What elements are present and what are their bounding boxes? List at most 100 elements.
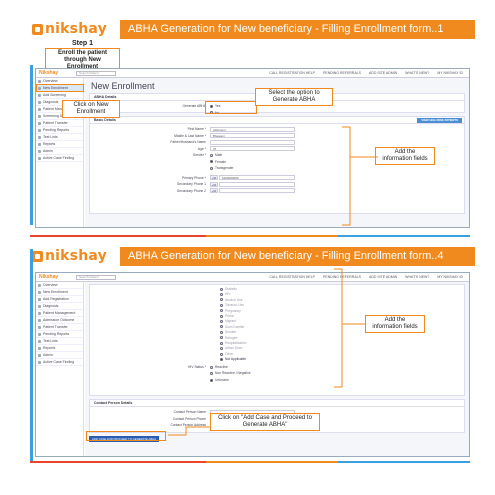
checkbox-icon (220, 303, 223, 307)
checkbox-icon (220, 314, 223, 318)
accent-bar (30, 65, 33, 225)
accent-bar (30, 249, 33, 461)
arrow-connector (168, 426, 210, 436)
nikshay-logo: nikshay (32, 20, 107, 38)
sidebar-item[interactable]: Diagnosis (36, 303, 83, 310)
slide-1: nikshay ABHA Generation for New benefici… (0, 20, 495, 237)
callout-add-info: Add the information fields (375, 147, 435, 165)
logo-text: nikshay (45, 21, 107, 37)
sidebar-item[interactable]: Patient Transfer (36, 120, 83, 127)
top-link[interactable]: MY NIKSHAY ID (437, 275, 463, 279)
sidebar: Overview New Enrollment Add Registration… (36, 282, 84, 456)
checkbox-icon (220, 287, 223, 291)
slide-title: ABHA Generation for New beneficiary - Fi… (120, 247, 475, 266)
callout-select-option: Select the option to Generate ABHA (255, 88, 333, 106)
sidebar-item[interactable]: Patient Management (36, 310, 83, 317)
abha-option-highlight (205, 101, 257, 114)
top-links: CALL REGISTRATION HELP PENDING REFERRALS… (269, 71, 469, 75)
checkbox-icon (220, 293, 223, 297)
logo-text: nikshay (45, 248, 107, 264)
nikshay-logo-icon (32, 250, 43, 262)
sidebar-item[interactable]: Active Case Finding (36, 359, 83, 366)
top-link[interactable]: ADD SITE ADMIN (369, 71, 397, 75)
age-input[interactable]: 37 (210, 146, 295, 152)
gender-male-radio[interactable]: Male (210, 153, 222, 157)
new-enrollment-highlight (36, 84, 84, 92)
nikshay-logo-icon (32, 23, 43, 35)
nikshay-logo: nikshay (32, 247, 107, 265)
sidebar-item[interactable]: Admin (36, 352, 83, 359)
add-case-highlight (86, 431, 166, 441)
slide-title: ABHA Generation for New beneficiary - Fi… (120, 20, 475, 39)
sidebar-item-overview[interactable]: Overview (36, 282, 83, 289)
app-brand: Nikshay (39, 70, 59, 76)
checkbox-icon (220, 341, 223, 345)
hiv-nonreactive-radio[interactable]: Non Reactive / Negative (210, 371, 251, 375)
sidebar-item[interactable]: Test Lists (36, 338, 83, 345)
top-link[interactable]: CALL REGISTRATION HELP (269, 275, 315, 279)
radio-selected-icon (210, 160, 213, 164)
divider-stripe (30, 235, 470, 237)
checkbox-icon (220, 336, 223, 340)
sidebar-item[interactable]: Pending Reports (36, 127, 83, 134)
sidebar-item[interactable]: Reports (36, 345, 83, 352)
panel-header: Contact Person Details (90, 400, 464, 407)
primary-phone-input[interactable]: 9100000000 (219, 175, 295, 181)
callout-new-enrollment: Click on New Enrollment (62, 100, 120, 118)
checkbox-icon (220, 352, 223, 356)
sidebar-item[interactable]: Add Registration (36, 296, 83, 303)
secondary-phone-1-input[interactable] (219, 181, 295, 187)
sidebar-item[interactable]: Add Screening (36, 92, 83, 99)
radio-icon (210, 372, 213, 376)
top-link[interactable]: CALL REGISTRATION HELP (269, 71, 315, 75)
sidebar-item[interactable]: Test Lists (36, 134, 83, 141)
checkbox-icon (220, 347, 223, 351)
sidebar-item[interactable]: Admission Outcome (36, 317, 83, 324)
sidebar-item[interactable]: Admin (36, 148, 83, 155)
checkbox-icon (220, 309, 223, 313)
callout-add-case: Click on "Add Case and Proceed to Genera… (210, 413, 320, 431)
panel-header: Basic Details VIEW HIGH RISK PATIENTS (90, 117, 464, 124)
top-link[interactable]: MY NIKSHAY ID (437, 71, 463, 75)
hiv-unknown-radio[interactable]: Unknown (210, 378, 229, 382)
father-name-input[interactable] (210, 139, 295, 145)
app-brand: Nikshay (39, 274, 59, 280)
search-input[interactable]: Search Patient (76, 274, 116, 280)
sidebar-item[interactable]: Pending Reports (36, 331, 83, 338)
gender-transgender-radio[interactable]: Transgender (210, 166, 234, 170)
radio-icon (210, 365, 213, 369)
top-navbar: Nikshay Search Patient CALL REGISTRATION… (36, 273, 469, 282)
secondary-phone-2-input[interactable] (219, 188, 295, 194)
gender-female-radio[interactable]: Female (210, 160, 226, 164)
top-link[interactable]: WHAT'S NEW? (405, 275, 429, 279)
checkbox-checked-icon (220, 357, 223, 361)
radio-icon (210, 153, 213, 157)
checkbox-icon (220, 325, 223, 329)
top-navbar: Nikshay Search Patient CALL REGISTRATION… (36, 69, 469, 78)
last-name-input[interactable]: Bhawani (210, 133, 295, 139)
first-name-input[interactable]: Abhimuni (210, 126, 295, 132)
checkbox-icon (220, 320, 223, 324)
top-link[interactable]: WHAT'S NEW? (405, 71, 429, 75)
risk-factors-panel: Diabetic HIV Alcohol Use Tobacco Use Pre… (89, 284, 465, 396)
sidebar-item[interactable]: Reports (36, 141, 83, 148)
top-link[interactable]: PENDING REFERRALS (323, 71, 361, 75)
hiv-reactive-radio[interactable]: Reactive (210, 365, 228, 369)
search-input[interactable]: Search Patient (76, 70, 116, 76)
bracket-connector (334, 268, 366, 388)
top-link[interactable]: ADD SITE ADMIN (369, 275, 397, 279)
top-links: CALL REGISTRATION HELP PENDING REFERRALS… (269, 275, 469, 279)
radio-selected-icon (210, 378, 213, 382)
divider-stripe (30, 461, 470, 463)
bracket-connector (342, 126, 378, 226)
callout-add-info: Add the information fields (365, 315, 425, 333)
radio-icon (210, 166, 213, 170)
sidebar-item[interactable]: Patient Transfer (36, 324, 83, 331)
basic-details-panel: Basic Details VIEW HIGH RISK PATIENTS Fi… (89, 116, 465, 214)
sidebar-item[interactable]: Active Case Finding (36, 155, 83, 162)
step-number: Step 1 (71, 40, 93, 47)
checkbox-icon (220, 298, 223, 302)
sidebar-item-new-enrollment[interactable]: New Enrollment (36, 289, 83, 296)
view-high-risk-button[interactable]: VIEW HIGH RISK PATIENTS (417, 118, 462, 123)
slide-2: nikshay ABHA Generation for New benefici… (0, 247, 495, 463)
